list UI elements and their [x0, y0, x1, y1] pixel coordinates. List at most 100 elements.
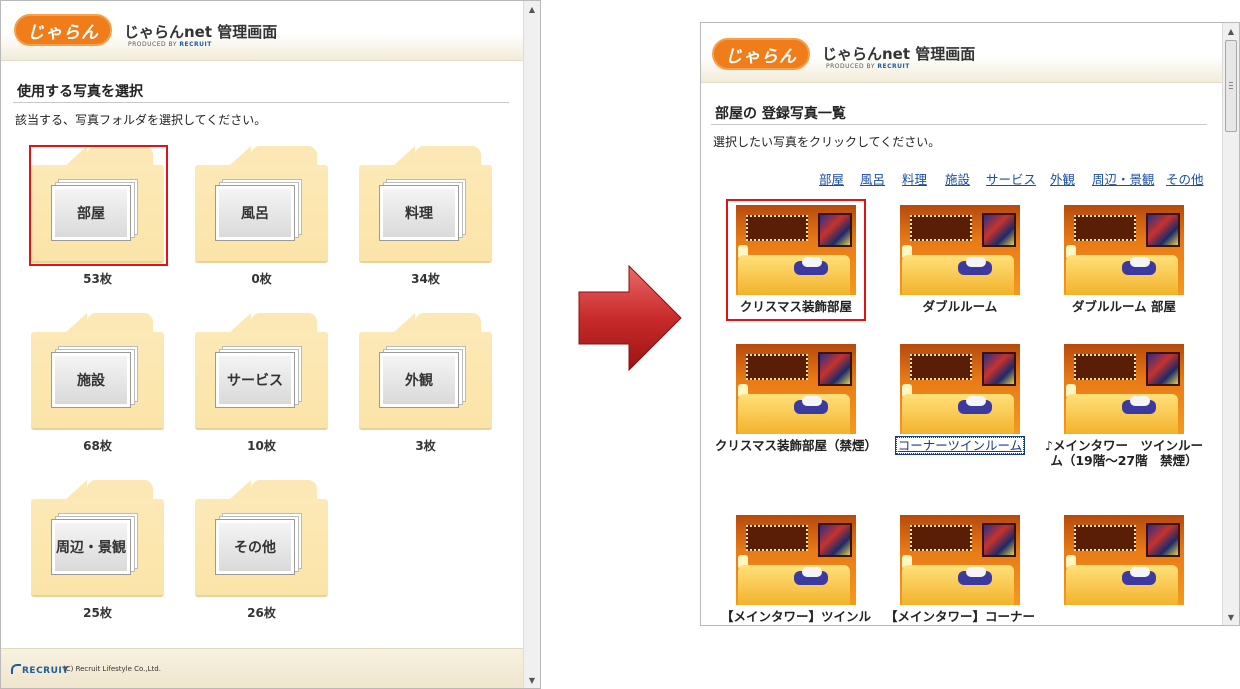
folder-4[interactable]: サービス [195, 313, 328, 430]
category-link-3[interactable]: 施設 [945, 169, 970, 188]
folder-count: 3枚 [415, 439, 436, 453]
photo-caption[interactable]: コーナーツインルーム [878, 436, 1042, 455]
folder-2[interactable]: 料理 [359, 146, 492, 263]
folder-6[interactable]: 周辺・景観 [31, 480, 164, 597]
photo-pillow [966, 396, 986, 406]
folder-label: 風呂 [215, 185, 295, 241]
photo-caption-text: ♪メインタワー ツインルーム（19階～27階 禁煙） [1045, 438, 1203, 468]
category-link-2[interactable]: 料理 [902, 169, 927, 188]
category-link-0[interactable]: 部屋 [819, 169, 844, 188]
folder-label: 料理 [379, 185, 459, 241]
header: じゃらん じゃらんnet 管理画面 PRODUCED BY RECRUIT [1, 1, 524, 61]
room-photo-7[interactable] [900, 515, 1020, 605]
photo-pillow [966, 567, 986, 577]
room-photo-4[interactable] [900, 344, 1020, 434]
category-link-1[interactable]: 風呂 [860, 169, 885, 188]
category-link-4[interactable]: サービス [986, 169, 1036, 188]
photo-caption-text: ダブルルーム 部屋 [1072, 299, 1176, 314]
photo-artwork [818, 352, 852, 386]
photo-pillow [1130, 396, 1150, 406]
folder-label: サービス [215, 352, 295, 408]
photo-mirror [910, 215, 972, 241]
room-photo-5[interactable] [1064, 344, 1184, 434]
photo-pillow [966, 257, 986, 267]
photo-caption[interactable]: ダブルルーム 部屋 [1042, 299, 1206, 314]
header-title: じゃらんnet 管理画面 [124, 23, 278, 41]
photo-mirror [910, 354, 972, 380]
left-scrollbar[interactable]: ▲ ▼ [523, 1, 540, 688]
folder-count: 10枚 [247, 439, 276, 453]
folder-tab [415, 313, 481, 333]
category-link-7[interactable]: その他 [1166, 169, 1204, 188]
photo-artwork [982, 523, 1016, 557]
photo-caption-text: ダブルルーム [922, 299, 998, 314]
folder-tab [229, 480, 251, 500]
folder-label: 施設 [51, 352, 131, 408]
page-title: 使用する写真を選択 [17, 84, 143, 100]
scroll-down-arrow-icon[interactable]: ▼ [1223, 609, 1239, 625]
scroll-up-arrow-icon[interactable]: ▲ [524, 1, 540, 17]
folder-select-window: じゃらん じゃらんnet 管理画面 PRODUCED BY RECRUIT 使用… [0, 0, 541, 689]
folder-tab [65, 313, 87, 333]
right-arrow-icon [578, 264, 682, 372]
folder-tab [415, 146, 481, 166]
photo-bed [1066, 255, 1178, 295]
category-link-5[interactable]: 外観 [1050, 169, 1075, 188]
photo-pillow [1130, 567, 1150, 577]
right-scrollbar[interactable]: ▲ ▼ [1222, 23, 1239, 625]
folder-count: 25枚 [83, 606, 112, 620]
photo-artwork [982, 352, 1016, 386]
folder-tab [229, 146, 251, 166]
folder-count: 26枚 [247, 606, 276, 620]
folder-3[interactable]: 施設 [31, 313, 164, 430]
photo-bed [1066, 394, 1178, 434]
room-photo-3[interactable] [736, 344, 856, 434]
folder-tab [87, 480, 153, 500]
photo-pillow [802, 396, 822, 406]
photo-caption[interactable]: クリスマス装飾部屋（禁煙） [714, 438, 878, 453]
photo-bed [902, 255, 1014, 295]
photo-artwork [1146, 352, 1180, 386]
photo-bed [738, 565, 850, 605]
page-description: 該当する、写真フォルダを選択してください。 [15, 113, 267, 127]
folder-count: 68枚 [83, 439, 112, 453]
produced-by: PRODUCED BY RECRUIT [826, 63, 910, 70]
folder-5[interactable]: 外観 [359, 313, 492, 430]
photo-caption[interactable]: ♪メインタワー ツインルーム（19階～27階 禁煙） [1042, 438, 1206, 468]
page-title: 部屋の 登録写真一覧 [715, 106, 846, 122]
folder-tab [229, 313, 251, 333]
photo-artwork [818, 523, 852, 557]
folder-7[interactable]: その他 [195, 480, 328, 597]
photo-pillow [802, 567, 822, 577]
room-photo-8[interactable] [1064, 515, 1184, 605]
jalan-logo: じゃらん [14, 14, 112, 46]
folder-label: その他 [215, 519, 295, 575]
scroll-up-arrow-icon[interactable]: ▲ [1223, 23, 1239, 39]
folder-1[interactable]: 風呂 [195, 146, 328, 263]
folder-tab [251, 313, 317, 333]
room-photo-1[interactable] [900, 205, 1020, 295]
photo-caption-text: クリスマス装飾部屋（禁煙） [714, 438, 878, 453]
folder-count: 0枚 [251, 272, 272, 286]
scroll-thumb[interactable] [1225, 40, 1237, 132]
photo-caption[interactable]: 【メインタワー】ツインル [714, 609, 878, 624]
scroll-down-arrow-icon[interactable]: ▼ [524, 672, 540, 688]
room-photo-6[interactable] [736, 515, 856, 605]
jalan-logo: じゃらん [712, 38, 810, 70]
folder-label: 周辺・景観 [51, 519, 131, 575]
folder-label: 外観 [379, 352, 459, 408]
produced-by: PRODUCED BY RECRUIT [128, 41, 212, 48]
photo-artwork [1146, 523, 1180, 557]
folder-tab [251, 146, 317, 166]
photo-bed [1066, 565, 1178, 605]
room-photo-2[interactable] [1064, 205, 1184, 295]
photo-bed [738, 394, 850, 434]
footer: RECRUIT (C) Recruit Lifestyle Co.,Ltd. [1, 648, 524, 688]
photo-mirror [746, 354, 808, 380]
photo-bed [902, 394, 1014, 434]
photo-caption[interactable]: 【メインタワー】コーナー [878, 609, 1042, 624]
photo-caption-text: 【メインタワー】ツインル [720, 609, 871, 624]
category-link-6[interactable]: 周辺・景観 [1092, 169, 1155, 188]
photo-caption[interactable]: ダブルルーム [878, 299, 1042, 314]
photo-pillow [1130, 257, 1150, 267]
